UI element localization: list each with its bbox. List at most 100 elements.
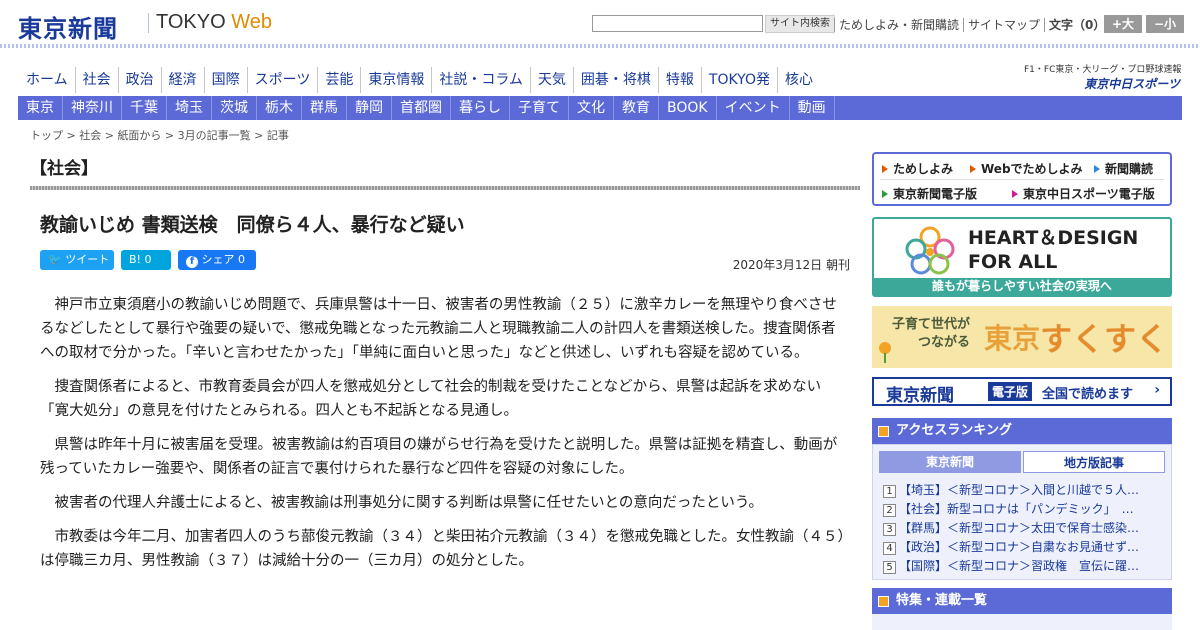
article-body: 神戸市立東須磨小の教諭いじめ問題で、兵庫県警は十一日、被害者の男性教諭（２５）に… <box>40 293 850 583</box>
region-item-tokyo[interactable]: 東京 <box>18 96 63 120</box>
link-label: 新聞購読 <box>1105 162 1154 176</box>
ranking-item-text: 【群馬】＜新型コロナ＞太田で保育士感染… <box>899 521 1140 535</box>
denshiban-brand: 東京新聞 <box>886 386 954 406</box>
sukusuku-banner[interactable]: 子育て世代が つながる 東京 すくすく <box>872 306 1172 368</box>
article-paragraph: 市教委は今年二月、加害者四人のうち蔀俊元教諭（３４）と柴田祐介元教諭（３４）を懲… <box>40 529 845 569</box>
denshiban-banner[interactable]: 東京新聞 電子版 全国で読めます › <box>872 377 1172 406</box>
link-tokyo-denshiban[interactable]: 東京新聞電子版 <box>882 185 977 202</box>
article-date: 2020年3月12日 朝刊 <box>732 258 850 272</box>
ranking-item-text: 【政治】＜新型コロナ＞自粛なお見通せず… <box>899 540 1140 554</box>
nav-item-society[interactable]: 社会 <box>76 67 119 93</box>
nav-item-entertainment[interactable]: 芸能 <box>318 67 362 93</box>
region-item-gunma[interactable]: 群馬 <box>302 96 347 120</box>
site-logo[interactable]: 東京新聞 <box>18 9 118 44</box>
region-item-kyoiku[interactable]: 教育 <box>614 96 659 120</box>
heart-design-line2: FOR ALL <box>968 251 1058 273</box>
utility-links: ためしよみ・新聞購読 サイトマップ 文字（0） <box>834 16 1110 33</box>
sukusuku-brand-tokyo: 東京 <box>984 322 1041 355</box>
heart-design-line1: HEART＆DESIGN <box>968 227 1139 249</box>
logo-sub-web: Web <box>231 11 272 33</box>
font-smaller-button[interactable]: −小 <box>1146 15 1184 33</box>
nav-item-tokyo-info[interactable]: 東京情報 <box>361 67 433 93</box>
region-item-tochigi[interactable]: 栃木 <box>257 96 302 120</box>
sukusuku-brand: すくすく <box>1040 320 1169 358</box>
facebook-icon: f <box>186 256 198 268</box>
link-subscribe[interactable]: ためしよみ・新聞購読 <box>834 18 964 32</box>
logo-divider <box>148 13 149 33</box>
ranking-item[interactable]: 1 【埼玉】＜新型コロナ＞入間と川越で５人… <box>883 481 1163 500</box>
tab-local-articles[interactable]: 地方版記事 <box>1023 451 1165 473</box>
ranking-item[interactable]: 5 【国際】＜新型コロナ＞習政権 宣伝に躍… <box>883 557 1163 576</box>
region-item-kanagawa[interactable]: 神奈川 <box>63 96 122 120</box>
region-item-kosodate[interactable]: 子育て <box>510 96 569 120</box>
nav-item-tokyo-hatsu[interactable]: TOKYO発 <box>702 67 778 93</box>
region-item-bunka[interactable]: 文化 <box>569 96 614 120</box>
nav-item-economy[interactable]: 経済 <box>162 67 205 93</box>
heart-design-footer: 誰もが暮らしやすい社会の実現へ <box>874 278 1170 295</box>
nav-item-kakushin[interactable]: 核心 <box>778 67 820 93</box>
search-input[interactable] <box>592 15 763 32</box>
region-item-video[interactable]: 動画 <box>790 96 835 120</box>
square-bullet-icon <box>878 426 889 437</box>
region-item-saitama[interactable]: 埼玉 <box>167 96 212 120</box>
region-item-chiba[interactable]: 千葉 <box>122 96 167 120</box>
site-logo-sub[interactable]: TOKYO Web <box>156 11 272 34</box>
heart-flower-logo-icon <box>905 226 955 275</box>
chunichi-sports-link[interactable]: F1・FC東京・大リーグ・プロ野球速報 東京中日スポーツ <box>1024 64 1181 92</box>
nav-item-weather[interactable]: 天気 <box>531 67 574 93</box>
tweet-button[interactable]: 🐦 ツイート <box>40 250 114 270</box>
article-headline: 教諭いじめ 書類送検 同僚ら４人、暴行など疑い <box>40 214 465 236</box>
link-subscription[interactable]: 新聞購読 <box>1094 160 1153 177</box>
ranking-panel: 東京新聞 地方版記事 1 【埼玉】＜新型コロナ＞入間と川越で５人… 2 【社会】新型… <box>872 444 1172 580</box>
breadcrumb-top[interactable]: トップ <box>30 129 63 142</box>
arrow-right-icon <box>1012 190 1018 198</box>
nav-item-igo-shogi[interactable]: 囲碁・将棋 <box>574 67 659 93</box>
rank-number: 2 <box>883 504 896 517</box>
region-item-shutoken[interactable]: 首都圏 <box>392 96 451 120</box>
link-label: 東京中日スポーツ電子版 <box>1023 187 1155 201</box>
hatena-bookmark-button[interactable]: B! 0 <box>121 250 171 270</box>
breadcrumb: トップ > 社会 > 紙面から > 3月の記事一覧 > 記事 <box>30 129 289 142</box>
heart-design-title: HEART＆DESIGN FOR ALL <box>968 226 1138 274</box>
nav-item-sports[interactable]: スポーツ <box>248 67 319 93</box>
twitter-bird-icon: 🐦 <box>48 253 62 266</box>
ranking-item[interactable]: 4 【政治】＜新型コロナ＞自粛なお見通せず… <box>883 538 1163 557</box>
facebook-share-button[interactable]: f シェア 0 <box>178 250 256 270</box>
chevron-right-icon: › <box>1154 382 1160 398</box>
sukusuku-tagline: 子育て世代が つながる <box>892 316 970 352</box>
ranking-item[interactable]: 2 【社会】新型コロナは「パンデミック」 … <box>883 500 1163 519</box>
ranking-item-text: 【国際】＜新型コロナ＞習政権 宣伝に躍… <box>899 559 1140 573</box>
breadcrumb-paper[interactable]: 紙面から <box>117 129 161 142</box>
site-header: 東京新聞 TOKYO Web サイト内検索 ためしよみ・新聞購読 サイトマップ 文字… <box>0 0 1200 48</box>
nav-item-politics[interactable]: 政治 <box>119 67 162 93</box>
nav-item-home[interactable]: ホーム <box>18 67 76 93</box>
region-item-event[interactable]: イベント <box>717 96 790 120</box>
ranking-item-text: 【埼玉】＜新型コロナ＞入間と川越で５人… <box>899 483 1140 497</box>
main-nav: ホーム 社会 政治 経済 国際 スポーツ 芸能 東京情報 社説・コラム 天気 囲… <box>18 67 820 93</box>
region-item-ibaraki[interactable]: 茨城 <box>212 96 257 120</box>
nav-item-editorial[interactable]: 社説・コラム <box>432 67 531 93</box>
breadcrumb-society[interactable]: 社会 <box>79 129 101 142</box>
breadcrumb-march-list[interactable]: 3月の記事一覧 <box>178 129 251 142</box>
tweet-label: ツイート <box>65 253 110 266</box>
region-item-kurashi[interactable]: 暮らし <box>451 96 510 120</box>
link-web-tameshiyomi[interactable]: Webでためしよみ <box>970 160 1083 177</box>
features-panel <box>872 614 1172 630</box>
site-search-button[interactable]: サイト内検索 <box>765 15 835 33</box>
denshiban-tag: 電子版 <box>988 382 1033 401</box>
tab-tokyo-shimbun[interactable]: 東京新聞 <box>879 451 1021 473</box>
heart-design-banner[interactable]: HEART＆DESIGN FOR ALL 誰もが暮らしやすい社会の実現へ <box>872 217 1172 297</box>
region-item-shizuoka[interactable]: 静岡 <box>347 96 392 120</box>
link-tameshiyomi[interactable]: ためしよみ <box>882 160 953 177</box>
font-bigger-button[interactable]: +大 <box>1104 15 1142 33</box>
region-item-book[interactable]: BOOK <box>659 96 717 120</box>
nav-item-tokuho[interactable]: 特報 <box>659 67 702 93</box>
article-paragraph: 被害者の代理人弁護士によると、被害教諭は刑事処分に関する判断は県警に任せたいとの… <box>54 495 763 511</box>
quick-links-divider <box>880 179 1164 180</box>
link-chunichi-denshiban[interactable]: 東京中日スポーツ電子版 <box>1012 185 1155 202</box>
ranking-item[interactable]: 3 【群馬】＜新型コロナ＞太田で保育士感染… <box>883 519 1163 538</box>
nav-item-international[interactable]: 国際 <box>205 67 248 93</box>
quick-links-box: ためしよみ Webでためしよみ 新聞購読 東京新聞電子版 東京中日スポーツ電子版 <box>872 152 1172 206</box>
link-label: ためしよみ <box>893 162 954 176</box>
link-sitemap[interactable]: サイトマップ <box>963 18 1045 32</box>
